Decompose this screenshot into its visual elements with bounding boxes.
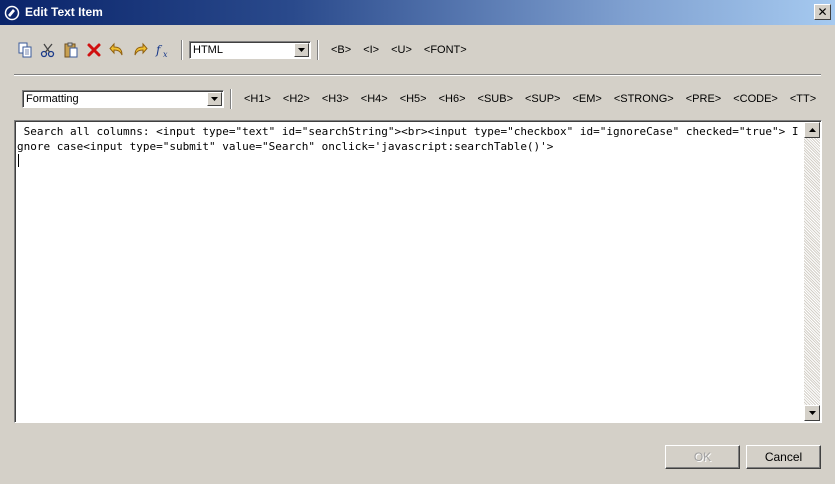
tag-code-button[interactable]: <CODE> [727, 90, 784, 108]
toolbar-separator [230, 89, 232, 109]
edit-toolbar: f x HTML <B> <I> <U> <FONT> [14, 38, 473, 62]
title-bar: Edit Text Item ✕ [0, 0, 835, 25]
tag-b-button[interactable]: <B> [325, 41, 357, 59]
chevron-down-icon[interactable] [294, 43, 309, 57]
tag-em-button[interactable]: <EM> [566, 90, 607, 108]
svg-text:x: x [163, 50, 168, 58]
tag-tt-button[interactable]: <TT> [784, 90, 822, 108]
content-type-select[interactable]: HTML [189, 41, 311, 59]
toolbar-separator [317, 40, 319, 60]
tag-pre-button[interactable]: <PRE> [680, 90, 727, 108]
paste-button[interactable] [60, 39, 82, 61]
tag-h3-button[interactable]: <H3> [316, 90, 355, 108]
delete-button[interactable] [83, 39, 105, 61]
window-title: Edit Text Item [25, 5, 103, 19]
formatting-toolbar: Formatting <H1> <H2> <H3> <H4> <H5> <H6>… [22, 88, 822, 110]
cut-button[interactable] [37, 39, 59, 61]
cancel-button[interactable]: Cancel [746, 445, 821, 469]
close-button[interactable]: ✕ [814, 4, 831, 20]
tag-h5-button[interactable]: <H5> [394, 90, 433, 108]
toolbar-separator [181, 40, 183, 60]
expression-fx-icon: f x [155, 43, 168, 58]
tag-h6-button[interactable]: <H6> [433, 90, 472, 108]
chevron-down-icon [808, 411, 816, 415]
vertical-scrollbar[interactable] [804, 122, 820, 421]
text-caret [18, 154, 19, 167]
tag-sup-button[interactable]: <SUP> [519, 90, 566, 108]
scroll-down-button[interactable] [804, 405, 820, 421]
formatting-select[interactable]: Formatting [22, 90, 224, 108]
content-type-value: HTML [193, 44, 223, 56]
tag-h4-button[interactable]: <H4> [355, 90, 394, 108]
tag-strong-button[interactable]: <STRONG> [608, 90, 680, 108]
undo-button[interactable] [106, 39, 128, 61]
chevron-up-icon [808, 128, 816, 132]
cut-icon [40, 43, 55, 58]
copy-icon [18, 42, 32, 58]
tag-h1-button[interactable]: <H1> [238, 90, 277, 108]
paste-icon [64, 42, 78, 58]
editor-content[interactable]: Search all columns: <input type="text" i… [17, 124, 803, 154]
tag-h2-button[interactable]: <H2> [277, 90, 316, 108]
text-item-icon [4, 5, 20, 21]
copy-button[interactable] [14, 39, 36, 61]
redo-icon [134, 42, 148, 56]
ok-button[interactable]: OK [665, 445, 740, 469]
toolbar-divider [14, 74, 821, 76]
expression-builder-button[interactable]: f x [152, 39, 174, 61]
tag-i-button[interactable]: <I> [357, 41, 385, 59]
undo-icon [109, 42, 123, 56]
tag-font-button[interactable]: <FONT> [418, 41, 473, 59]
scroll-up-button[interactable] [804, 122, 820, 138]
tag-u-button[interactable]: <U> [385, 41, 418, 59]
chevron-down-icon[interactable] [207, 92, 222, 106]
svg-text:f: f [155, 43, 163, 57]
delete-icon [87, 43, 101, 57]
tag-sub-button[interactable]: <SUB> [472, 90, 519, 108]
redo-button[interactable] [129, 39, 151, 61]
text-editor[interactable]: Search all columns: <input type="text" i… [14, 120, 822, 423]
close-icon: ✕ [817, 5, 828, 19]
formatting-value: Formatting [26, 93, 79, 105]
